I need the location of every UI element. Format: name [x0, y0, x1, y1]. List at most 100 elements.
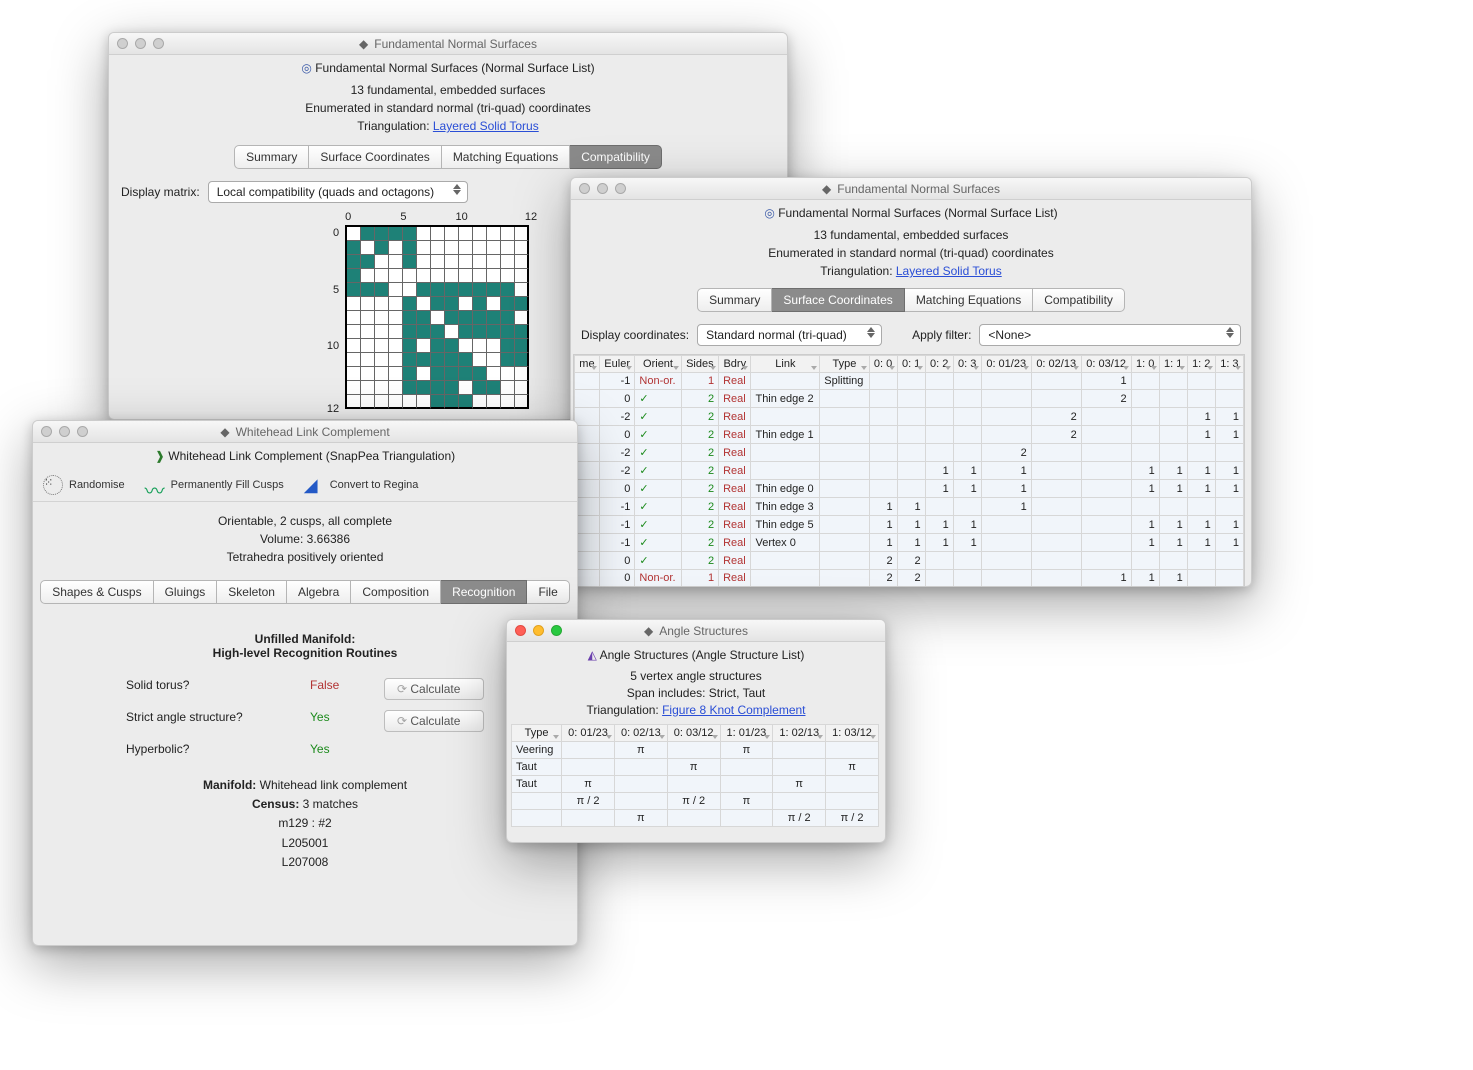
zoom-icon[interactable]: [153, 38, 164, 49]
col-header[interactable]: 1: 02/13: [773, 725, 826, 742]
tab-surface-coordinates[interactable]: Surface Coordinates: [309, 145, 441, 169]
heading: Unfilled Manifold:: [33, 632, 577, 646]
tab-compatibility[interactable]: Compatibility: [1033, 288, 1125, 312]
close-icon[interactable]: [117, 38, 128, 49]
col-header[interactable]: me: [575, 356, 600, 373]
table-row[interactable]: -1✓2RealThin edge 511111111: [575, 516, 1244, 534]
close-icon[interactable]: [579, 183, 590, 194]
randomise-button[interactable]: ⁙Randomise: [43, 475, 125, 495]
col-header[interactable]: Orient: [635, 356, 681, 373]
titlebar[interactable]: ◆Fundamental Normal Surfaces: [109, 33, 787, 55]
census-matches: m129 : #2L205001L207008: [33, 814, 577, 872]
col-header[interactable]: 0: 3: [953, 356, 981, 373]
col-header[interactable]: 1: 03/12: [826, 725, 879, 742]
table-row[interactable]: Veeringππ: [512, 742, 879, 759]
tab-surface-coordinates[interactable]: Surface Coordinates: [772, 288, 904, 312]
subtitle: Whitehead Link Complement (SnapPea Trian…: [168, 449, 455, 463]
tab-shapes-cusps[interactable]: Shapes & Cusps: [40, 580, 153, 604]
filter-select[interactable]: <None>: [979, 324, 1241, 346]
col-header[interactable]: 1: 01/23: [720, 725, 773, 742]
triangulation-link[interactable]: Figure 8 Knot Complement: [662, 703, 805, 717]
census-match: L205001: [33, 834, 577, 853]
tab-algebra[interactable]: Algebra: [287, 580, 351, 604]
zoom-icon[interactable]: [615, 183, 626, 194]
convert-button[interactable]: ◢Convert to Regina: [304, 475, 419, 495]
table-row[interactable]: ππ / 2π / 2: [512, 810, 879, 827]
tab-gluings[interactable]: Gluings: [154, 580, 218, 604]
col-header[interactable]: 0: 03/12: [667, 725, 720, 742]
table-row[interactable]: 0Non-or.1Real22111: [575, 570, 1244, 587]
tab-matching-equations[interactable]: Matching Equations: [442, 145, 570, 169]
traffic-lights[interactable]: [579, 183, 626, 194]
table-row[interactable]: -1✓2RealVertex 011111111: [575, 534, 1244, 552]
col-header[interactable]: 1: 3: [1215, 356, 1243, 373]
table-row[interactable]: -2✓2Real2: [575, 444, 1244, 462]
table-row[interactable]: -2✓2Real1111111: [575, 462, 1244, 480]
window-title: Whitehead Link Complement: [236, 425, 390, 439]
col-header[interactable]: 0: 0: [869, 356, 897, 373]
titlebar[interactable]: ◆Fundamental Normal Surfaces: [571, 178, 1251, 200]
coord-label: Display coordinates:: [581, 328, 689, 342]
tab-summary[interactable]: Summary: [697, 288, 772, 312]
tab-compatibility[interactable]: Compatibility: [570, 145, 662, 169]
tab-summary[interactable]: Summary: [234, 145, 309, 169]
col-header[interactable]: 1: 2: [1187, 356, 1215, 373]
titlebar[interactable]: ◆Whitehead Link Complement: [33, 421, 577, 443]
subtitle: Fundamental Normal Surfaces (Normal Surf…: [778, 206, 1057, 220]
col-header[interactable]: 0: 2: [925, 356, 953, 373]
zoom-icon[interactable]: [77, 426, 88, 437]
col-header[interactable]: 1: 0: [1131, 356, 1159, 373]
titlebar[interactable]: ◆Angle Structures: [507, 620, 885, 642]
traffic-lights[interactable]: [41, 426, 88, 437]
zoom-icon[interactable]: [551, 625, 562, 636]
col-header[interactable]: 0: 01/23: [562, 725, 615, 742]
calculate-button[interactable]: ⟳ Calculate: [384, 678, 484, 700]
col-header[interactable]: 0: 01/23: [981, 356, 1031, 373]
tab-recognition[interactable]: Recognition: [441, 580, 527, 604]
table-row[interactable]: -2✓2Real211: [575, 408, 1244, 426]
col-header[interactable]: Bdry: [719, 356, 751, 373]
tab-file[interactable]: File: [527, 580, 569, 604]
col-header[interactable]: Euler: [599, 356, 635, 373]
col-header[interactable]: Type: [512, 725, 562, 742]
tab-composition[interactable]: Composition: [351, 580, 441, 604]
table-row[interactable]: π / 2π / 2π: [512, 793, 879, 810]
calculate-button[interactable]: ⟳ Calculate: [384, 710, 484, 732]
triangulation-link[interactable]: Layered Solid Torus: [896, 264, 1002, 278]
traffic-lights[interactable]: [515, 625, 562, 636]
display-matrix-select[interactable]: Local compatibility (quads and octagons): [208, 181, 468, 203]
coord-select[interactable]: Standard normal (tri-quad): [697, 324, 882, 346]
info-line: 13 fundamental, embedded surfaces: [109, 81, 787, 99]
close-icon[interactable]: [41, 426, 52, 437]
col-header[interactable]: Sides: [681, 356, 718, 373]
col-header[interactable]: 0: 02/13: [614, 725, 667, 742]
tab-matching-equations[interactable]: Matching Equations: [905, 288, 1033, 312]
col-header[interactable]: 0: 03/12: [1081, 356, 1131, 373]
tab-skeleton[interactable]: Skeleton: [217, 580, 287, 604]
table-row[interactable]: -1Non-or.1RealSplitting1: [575, 373, 1244, 390]
coordinates-table[interactable]: meEulerOrientSidesBdryLinkType0: 00: 10:…: [574, 355, 1244, 587]
minimize-icon[interactable]: [533, 625, 544, 636]
col-header[interactable]: 0: 02/13: [1031, 356, 1081, 373]
table-row[interactable]: 0✓2RealThin edge 1211: [575, 426, 1244, 444]
table-row[interactable]: -1✓2RealThin edge 3111: [575, 498, 1244, 516]
fill-cusps-button[interactable]: 〰Permanently Fill Cusps: [145, 475, 284, 495]
minimize-icon[interactable]: [597, 183, 608, 194]
col-header[interactable]: Type: [820, 356, 869, 373]
col-header[interactable]: 0: 1: [897, 356, 925, 373]
minimize-icon[interactable]: [59, 426, 70, 437]
angle-table[interactable]: Type0: 01/230: 02/130: 03/121: 01/231: 0…: [511, 724, 879, 827]
table-row[interactable]: Tautππ: [512, 776, 879, 793]
table-row[interactable]: 0✓2Real22: [575, 552, 1244, 570]
display-matrix-label: Display matrix:: [121, 185, 200, 199]
table-row[interactable]: 0✓2RealThin edge 22: [575, 390, 1244, 408]
table-row[interactable]: Tautππ: [512, 759, 879, 776]
col-header[interactable]: 1: 1: [1159, 356, 1187, 373]
census-label: Census:: [252, 797, 299, 811]
col-header[interactable]: Link: [751, 356, 820, 373]
triangulation-link[interactable]: Layered Solid Torus: [433, 119, 539, 133]
table-row[interactable]: 0✓2RealThin edge 01111111: [575, 480, 1244, 498]
close-icon[interactable]: [515, 625, 526, 636]
minimize-icon[interactable]: [135, 38, 146, 49]
traffic-lights[interactable]: [117, 38, 164, 49]
